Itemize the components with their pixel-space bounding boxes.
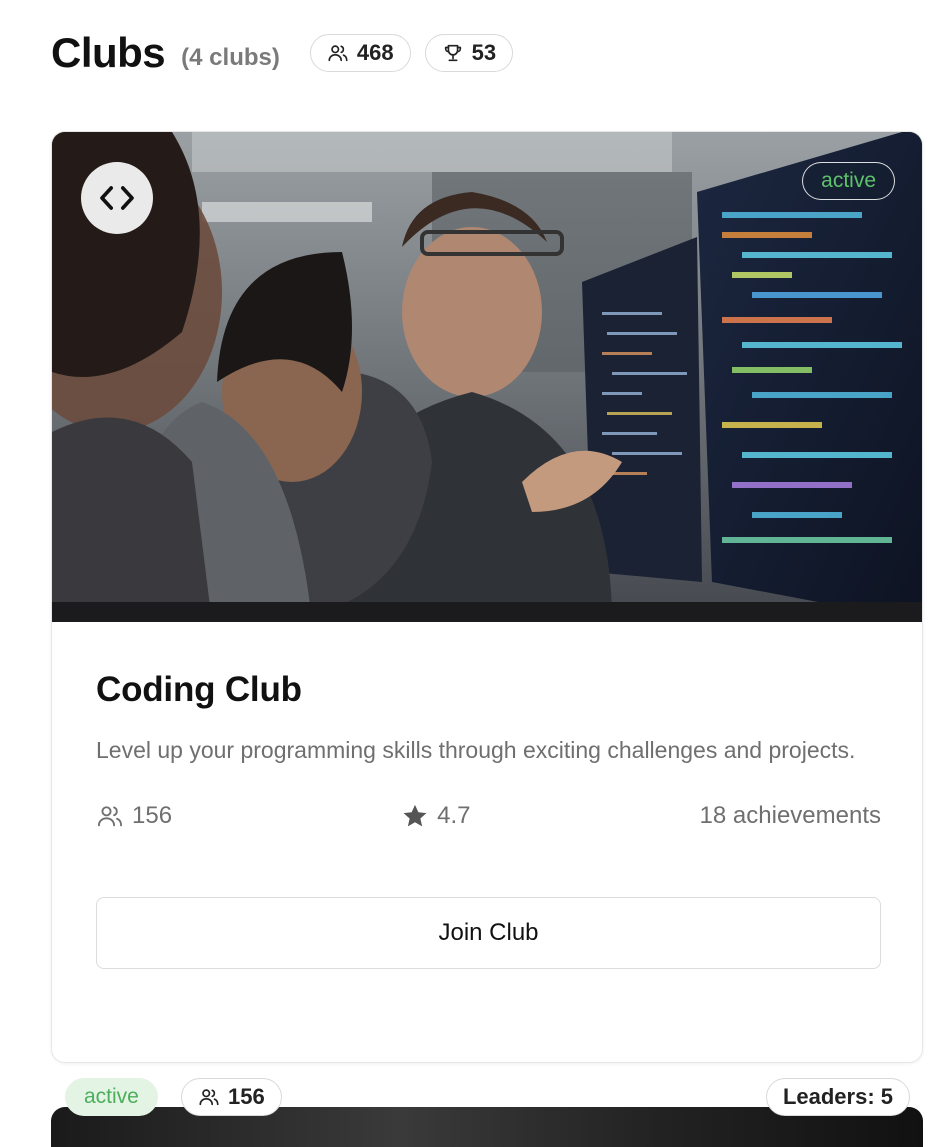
total-members-value: 468 [356,40,394,65]
total-achievements-badge: 53 [424,34,514,72]
next-club-members-count: 156 [228,1084,265,1109]
clubs-count: (4 clubs) [181,44,280,71]
users-icon [328,45,348,62]
trophy-icon [444,44,461,62]
achievements-stat: 18 achievements [700,802,881,830]
members-stat: 156 [96,802,172,830]
next-club-card-header: active 156 Leaders: 5 [65,1078,910,1116]
club-icon-badge [81,162,153,234]
club-details: Coding Club Level up your programming sk… [96,670,881,832]
achievements-count: 18 achievements [699,802,881,829]
rating-stat: 4.7 [401,802,470,830]
next-club-leaders-badge: Leaders: 5 [765,1078,910,1116]
club-stats: 156 4.7 18 achievements [96,800,881,832]
next-club-status-badge: active [65,1078,158,1116]
page-title: Clubs [51,29,166,76]
join-club-button[interactable]: Join Club [96,897,881,969]
club-cover-image: active [52,132,922,622]
club-card-coding[interactable]: active Coding Club Level up your program… [51,131,923,1063]
coding-scene-illustration [52,132,922,622]
club-description: Level up your programming skills through… [96,737,856,763]
users-icon [199,1089,219,1106]
rating-value: 4.7 [437,802,471,829]
total-members-badge: 468 [309,34,411,72]
star-icon [403,804,427,827]
next-club-members-badge: 156 [181,1078,282,1116]
status-badge: active [802,162,895,200]
code-icon [100,186,134,210]
page-header: Clubs (4 clubs) 468 53 [51,29,514,76]
club-name: Coding Club [96,670,302,709]
members-count: 156 [132,802,173,829]
users-icon [97,806,123,827]
total-achievements-value: 53 [471,40,497,65]
